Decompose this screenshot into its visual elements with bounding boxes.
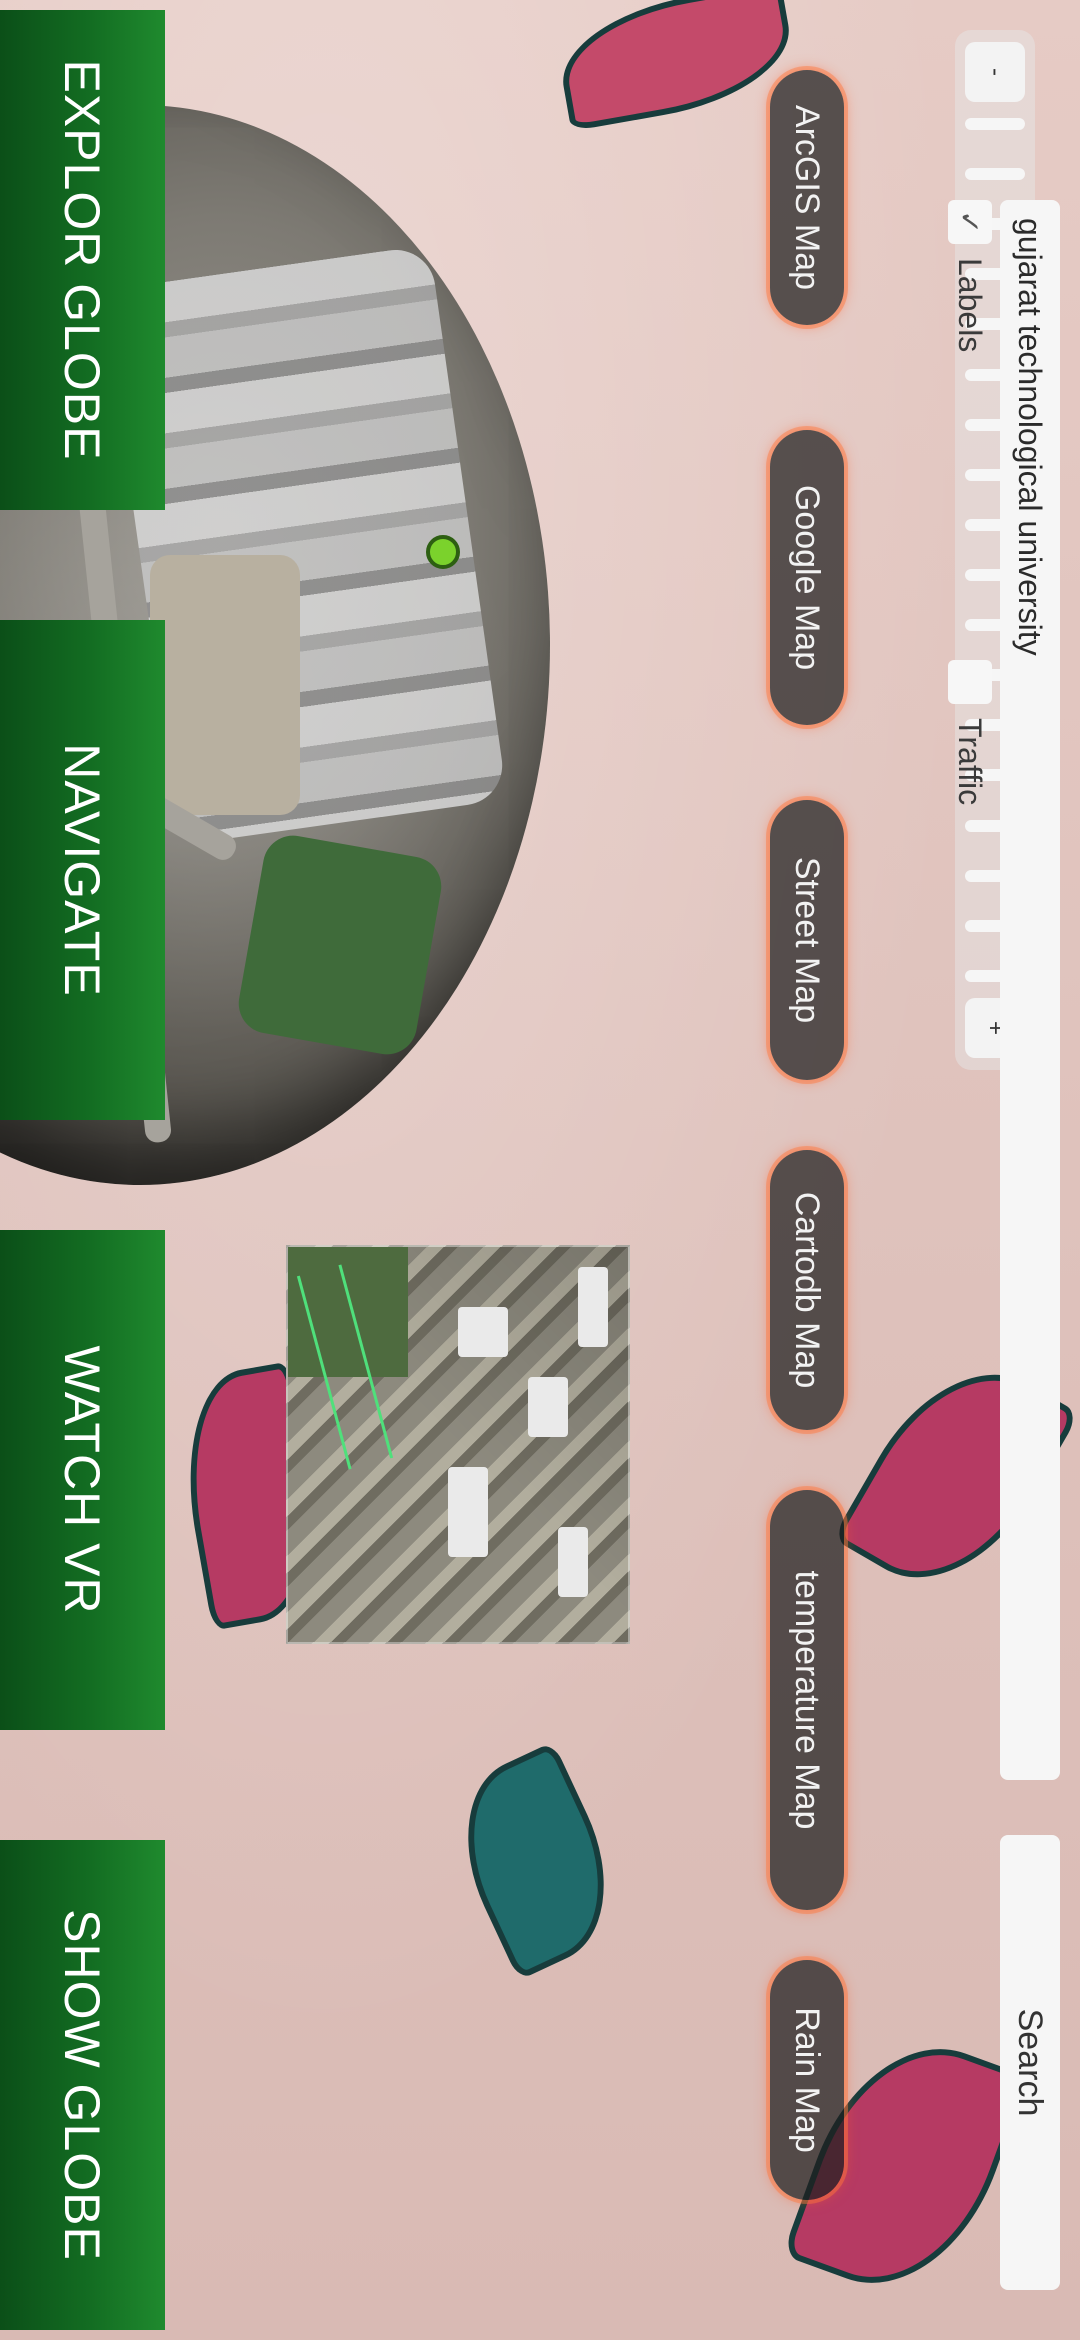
location-pin-icon[interactable] bbox=[426, 535, 460, 569]
labels-option[interactable]: ✓ Labels bbox=[948, 200, 992, 352]
map-building bbox=[578, 1267, 608, 1347]
labels-option-label: Labels bbox=[952, 258, 989, 353]
search-button[interactable]: Search bbox=[1000, 1835, 1060, 2290]
traffic-option-label: Traffic bbox=[952, 718, 989, 806]
map-building bbox=[448, 1467, 488, 1557]
explore-globe-button[interactable]: EXPLOR GLOBE bbox=[0, 10, 165, 510]
zoom-tick[interactable] bbox=[965, 168, 1025, 181]
map-building bbox=[528, 1377, 568, 1437]
traffic-checkbox[interactable] bbox=[948, 660, 992, 704]
zoom-out-button[interactable]: - bbox=[965, 42, 1025, 102]
cartodb-map-button[interactable]: Cartodb Map bbox=[770, 1150, 844, 1430]
search-input[interactable] bbox=[1000, 200, 1060, 1780]
rain-map-button[interactable]: Rain Map bbox=[770, 1960, 844, 2200]
navigate-button[interactable]: NAVIGATE bbox=[0, 620, 165, 1120]
satellite-map-tile[interactable] bbox=[286, 1245, 630, 1644]
map-building bbox=[458, 1307, 508, 1357]
street-map-button[interactable]: Street Map bbox=[770, 800, 844, 1080]
zoom-tick[interactable] bbox=[965, 118, 1025, 130]
show-globe-button[interactable]: SHOW GLOBE bbox=[0, 1840, 165, 2330]
google-map-button[interactable]: Google Map bbox=[770, 430, 844, 725]
map-building bbox=[558, 1527, 588, 1597]
arcgis-map-button[interactable]: ArcGIS Map bbox=[770, 70, 844, 325]
check-icon[interactable]: ✓ bbox=[948, 200, 992, 244]
traffic-option[interactable]: Traffic bbox=[948, 660, 992, 805]
globe-field bbox=[234, 830, 446, 1060]
globe-parking bbox=[150, 555, 300, 815]
ar-stage: - + Search ✓ Labels Traffic ArcGIS Map G… bbox=[0, 0, 1080, 2340]
temperature-map-button[interactable]: temperature Map bbox=[770, 1490, 844, 1910]
watch-vr-button[interactable]: WATCH VR bbox=[0, 1230, 165, 1730]
